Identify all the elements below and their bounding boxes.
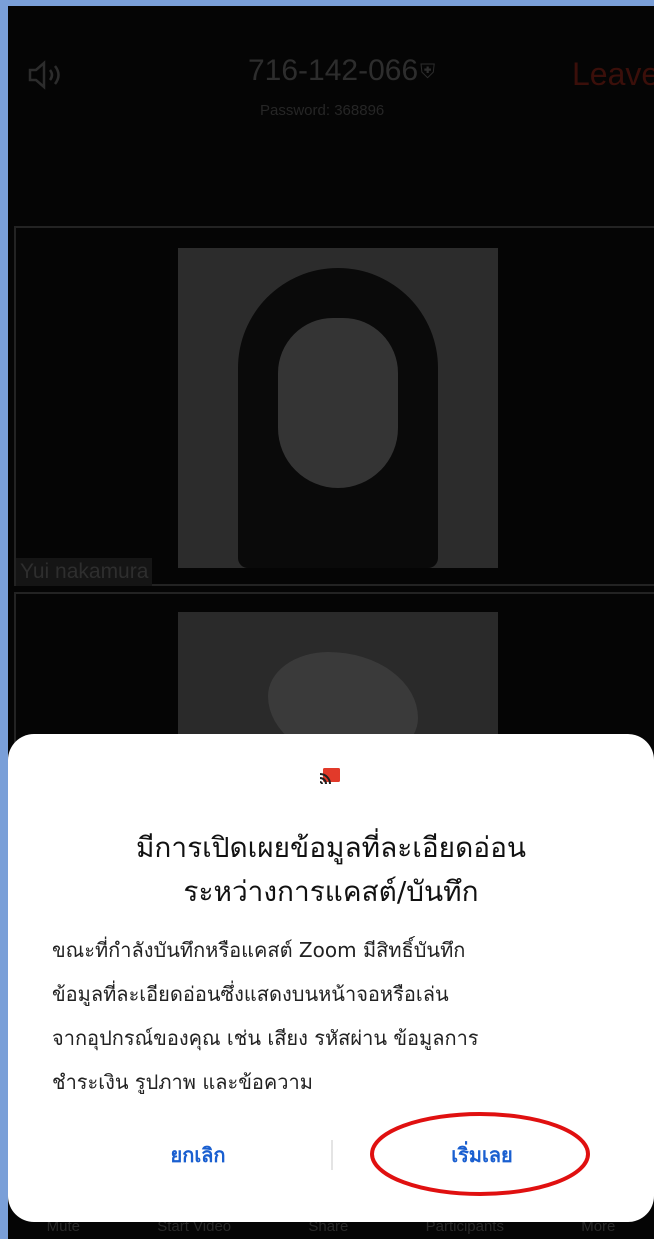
- meeting-id[interactable]: 716-142-066 ⛨: [248, 54, 435, 88]
- dialog-body-line: ข้อมูลที่ละเอียดอ่อนซึ่งแสดงบนหน้าจอหรือ…: [52, 982, 449, 1006]
- meeting-id-text: 716-142-066: [248, 54, 419, 87]
- cancel-button[interactable]: ยกเลิก: [88, 1130, 308, 1180]
- participant-face: [278, 318, 398, 488]
- highlight-ellipse: [370, 1112, 590, 1196]
- cast-icon: [319, 768, 340, 785]
- participant-name-label: Yui nakamura: [16, 558, 153, 586]
- dialog-title: มีการเปิดเผยข้อมูลที่ละเอียดอ่อน ระหว่าง…: [8, 826, 654, 914]
- dialog-body: ขณะที่กำลังบันทึกหรือแคสต์ Zoom มีสิทธิ์…: [52, 928, 642, 1104]
- dialog-title-line-1: มีการเปิดเผยข้อมูลที่ละเอียดอ่อน: [135, 831, 527, 864]
- shield-icon: ⛨: [420, 60, 436, 83]
- meeting-password: Password: 368896: [260, 102, 385, 119]
- dialog-title-line-2: ระหว่างการแคสต์/บันทึก: [183, 875, 479, 908]
- dialog-body-line: จากอุปกรณ์ของคุณ เช่น เสียง รหัสผ่าน ข้อ…: [52, 1026, 479, 1050]
- dialog-body-line: ชำระเงิน รูปภาพ และข้อความ: [52, 1070, 313, 1094]
- cast-permission-dialog: มีการเปิดเผยข้อมูลที่ละเอียดอ่อน ระหว่าง…: [8, 734, 654, 1222]
- speaker-icon[interactable]: [26, 60, 66, 90]
- dialog-body-line: ขณะที่กำลังบันทึกหรือแคสต์ Zoom มีสิทธิ์…: [52, 938, 466, 962]
- participant-photo: [178, 248, 498, 568]
- zoom-meeting-screen: 716-142-066 ⛨ Password: 368896 Leave Yui …: [8, 6, 654, 1239]
- leave-button[interactable]: Leave: [572, 56, 654, 93]
- button-divider: [331, 1140, 333, 1170]
- video-tile-1[interactable]: Yui nakamura: [14, 226, 654, 586]
